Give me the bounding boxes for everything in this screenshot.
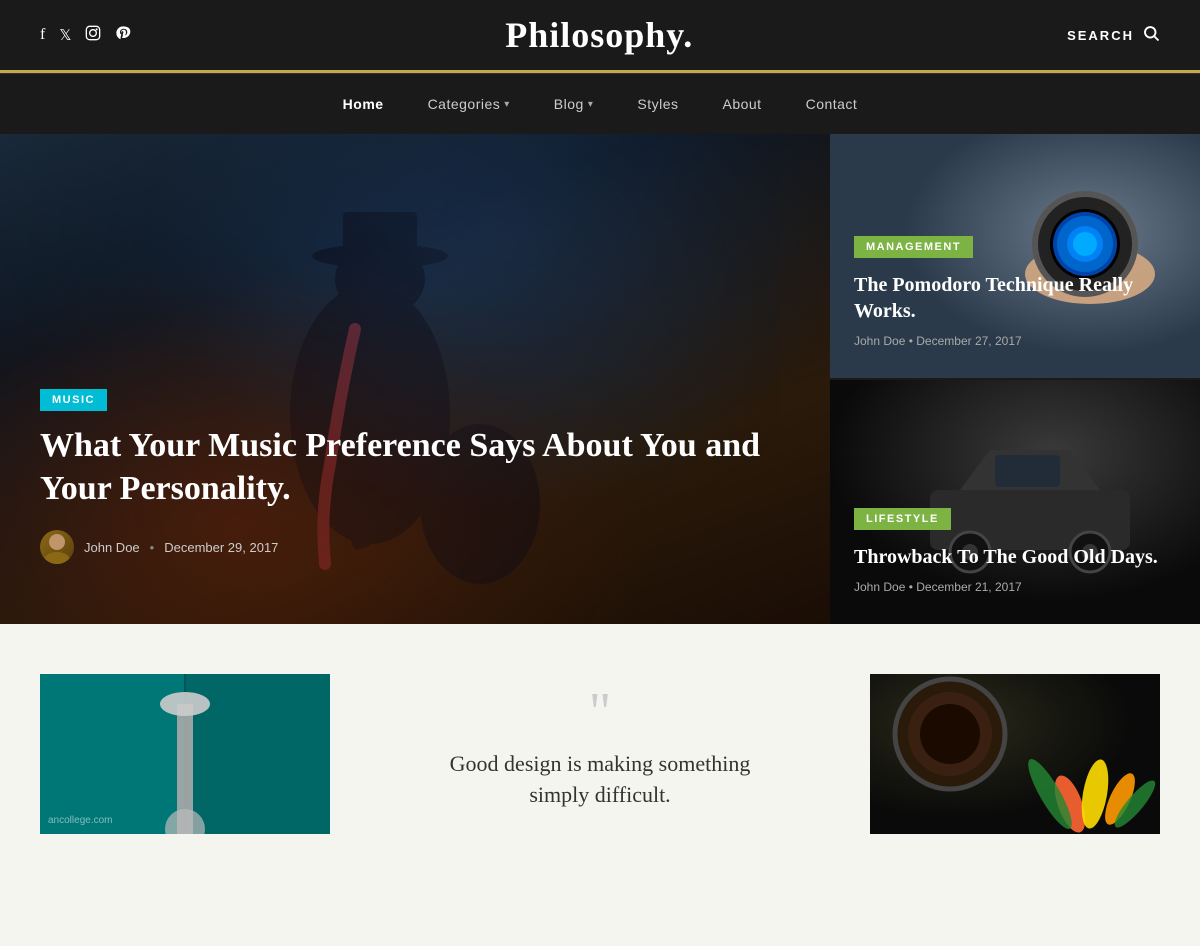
social-icons: f 𝕏 [40,25,131,46]
teal-image: ancollege.com [40,674,330,834]
right-bottom-title: Throwback To The Good Old Days. [854,544,1176,570]
right-bottom-content: LIFESTYLE Throwback To The Good Old Days… [854,508,1176,594]
pinterest-icon[interactable] [115,25,131,46]
search-icon[interactable] [1142,24,1160,47]
nav-contact[interactable]: Contact [784,90,880,118]
right-bottom-meta: John Doe • December 21, 2017 [854,580,1176,594]
right-bottom-date: December 21, 2017 [916,580,1021,594]
right-top-category: MANAGEMENT [854,236,973,258]
right-bottom-author: John Doe [854,580,905,594]
hero-main-title: What Your Music Preference Says About Yo… [40,425,790,510]
instagram-icon[interactable] [85,25,101,46]
hero-section: MUSIC What Your Music Preference Says Ab… [0,134,1200,624]
chevron-down-icon: ▾ [588,99,594,110]
right-top-content: MANAGEMENT The Pomodoro Technique Really… [854,236,1176,348]
nav-bar: Home Categories ▾ Blog ▾ Styles About Co… [0,73,1200,134]
site-title: Philosophy. [505,14,693,56]
hero-right-panel: MANAGEMENT The Pomodoro Technique Really… [830,134,1200,624]
separator: • [150,540,155,555]
nav-blog[interactable]: Blog ▾ [532,90,616,118]
right-bottom-category: LIFESTYLE [854,508,951,530]
hero-main-content: MUSIC What Your Music Preference Says Ab… [40,389,790,564]
nav-about[interactable]: About [700,90,783,118]
coffee-image [870,674,1160,834]
right-top-meta: John Doe • December 27, 2017 [854,334,1176,348]
hero-main-meta: John Doe • December 29, 2017 [40,530,790,564]
right-top-date: December 27, 2017 [916,334,1021,348]
bottom-left-image[interactable]: ancollege.com [40,674,330,834]
hero-main-article[interactable]: MUSIC What Your Music Preference Says Ab… [0,134,830,624]
search-area[interactable]: SEARCH [1067,24,1160,47]
right-top-author: John Doe [854,334,905,348]
watermark: ancollege.com [48,815,112,826]
hero-category-badge: MUSIC [40,389,107,411]
right-top-title: The Pomodoro Technique Really Works. [854,272,1176,324]
avatar [40,530,74,564]
quote-text: Good design is making something simply d… [370,749,830,811]
twitter-icon[interactable]: 𝕏 [59,26,71,45]
top-bar: f 𝕏 Philosophy. SEARCH [0,0,1200,73]
facebook-icon[interactable]: f [40,26,45,44]
chevron-down-icon: ▾ [504,99,510,110]
search-label: SEARCH [1067,28,1134,43]
hero-date: December 29, 2017 [164,540,278,555]
nav-categories[interactable]: Categories ▾ [406,90,532,118]
hero-author: John Doe [84,540,140,555]
quote-marks-icon: " [370,684,830,739]
hero-right-top-article[interactable]: MANAGEMENT The Pomodoro Technique Really… [830,134,1200,380]
bottom-quote: " Good design is making something simply… [330,674,870,834]
hero-right-bottom-article[interactable]: LIFESTYLE Throwback To The Good Old Days… [830,380,1200,624]
bottom-right-image[interactable] [870,674,1160,834]
nav-home[interactable]: Home [321,90,406,118]
nav-styles[interactable]: Styles [615,90,700,118]
bottom-section: ancollege.com " Good design is making so… [0,624,1200,834]
